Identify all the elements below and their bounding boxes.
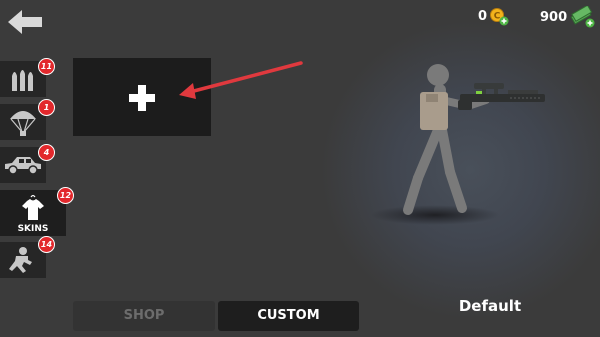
gold-currency: 0 C xyxy=(478,6,509,26)
ammo-icon xyxy=(12,70,33,91)
parachute-badge: 1 xyxy=(38,99,55,116)
cash-amount: 900 xyxy=(540,9,568,25)
sidebar-item-ammo[interactable]: 11 xyxy=(0,58,55,97)
car-icon xyxy=(5,157,41,175)
pose-badge: 14 xyxy=(38,236,55,253)
skins-badge: 12 xyxy=(57,187,74,204)
plus-icon xyxy=(129,85,155,111)
skin-name: Default xyxy=(458,297,522,315)
back-button[interactable] xyxy=(6,8,46,36)
crouch-pose-icon xyxy=(9,247,32,273)
add-custom-skin-slot[interactable] xyxy=(73,58,211,136)
gold-amount: 0 xyxy=(478,8,488,24)
sniper-rifle xyxy=(458,83,545,110)
skins-label: SKINS xyxy=(17,224,49,234)
cash-add-icon[interactable] xyxy=(570,6,596,28)
vehicle-badge: 4 xyxy=(38,144,55,161)
cash-currency: 900 xyxy=(540,6,596,28)
back-arrow-icon xyxy=(8,10,42,34)
sidebar-item-vehicle[interactable]: 4 xyxy=(0,144,55,183)
tab-custom[interactable]: CUSTOM xyxy=(218,301,359,331)
gold-coin-add-icon[interactable]: C xyxy=(489,6,509,26)
character-preview xyxy=(403,64,545,215)
ammo-badge: 11 xyxy=(38,58,55,75)
sidebar-item-pose[interactable]: 14 xyxy=(0,236,55,278)
sidebar-item-skins[interactable]: SKINS 12 xyxy=(0,187,74,236)
sidebar-item-parachute[interactable]: 1 xyxy=(0,99,55,140)
tab-shop[interactable]: SHOP xyxy=(73,301,215,331)
shirt-icon xyxy=(22,194,44,220)
parachute-icon xyxy=(10,111,36,136)
